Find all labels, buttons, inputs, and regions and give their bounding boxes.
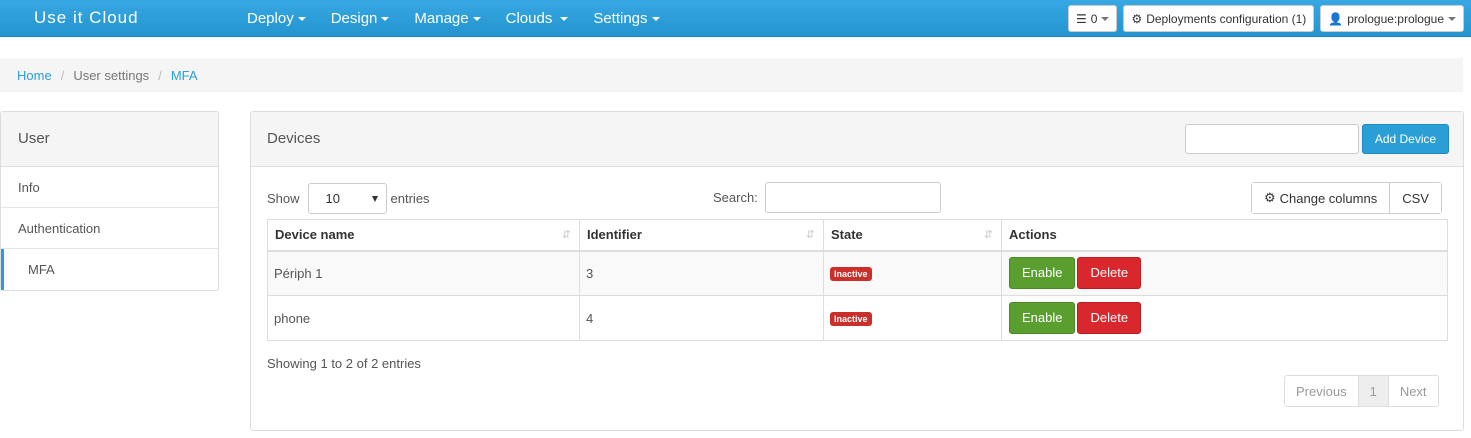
menu-deploy-label: Deploy — [247, 10, 294, 27]
chevron-down-icon — [381, 16, 390, 21]
devices-table: Device name ⇵ Identifier ⇵ State ⇵ Actions … — [267, 219, 1448, 341]
menu-manage-label: Manage — [414, 10, 469, 27]
column-header-identifier[interactable]: Identifier ⇵ — [579, 219, 824, 252]
cell-identifier: 4 — [579, 295, 824, 341]
menu-manage[interactable]: Manage — [414, 0, 481, 37]
chevron-down-icon — [1101, 16, 1110, 21]
list-icon: ☰ — [1076, 11, 1087, 26]
entries-select[interactable]: 10 — [307, 183, 387, 214]
page-1-button[interactable]: 1 — [1357, 376, 1388, 406]
sidebar-title: User — [1, 112, 218, 167]
breadcrumb-home[interactable]: Home — [17, 68, 52, 83]
main-menu: Deploy Design Manage Clouds Settings — [247, 0, 685, 37]
pagination: Previous 1 Next — [1284, 375, 1439, 407]
status-badge: Inactive — [830, 312, 872, 326]
column-label: State — [831, 227, 863, 243]
sort-icon: ⇵ — [561, 229, 571, 241]
chevron-down-icon — [1448, 16, 1456, 21]
chevron-down-icon — [297, 16, 306, 21]
breadcrumb: Home / User settings / MFA — [0, 58, 1463, 92]
top-navbar: Use it Cloud Deploy Design Manage Clouds… — [0, 0, 1471, 37]
enable-button[interactable]: Enable — [1009, 257, 1076, 290]
table-header-row: Device name ⇵ Identifier ⇵ State ⇵ Actions — [267, 219, 1448, 252]
table-info: Showing 1 to 2 of 2 entries — [267, 356, 421, 371]
cell-actions: Enable Delete — [1001, 295, 1448, 341]
search-input[interactable] — [765, 182, 941, 213]
user-menu-button[interactable]: 👤 prologue:prologue — [1320, 5, 1464, 32]
panel-header: Devices Add Device — [251, 112, 1463, 167]
table-row: phone 4 Inactive Enable Delete — [267, 295, 1448, 341]
column-label: Actions — [1009, 227, 1057, 243]
table-row: Périph 1 3 Inactive Enable Delete — [267, 250, 1448, 296]
deployments-config-button[interactable]: ⚙ Deployments configuration (1) — [1123, 5, 1315, 32]
enable-button[interactable]: Enable — [1009, 302, 1076, 334]
sidebar-item-label: Info — [18, 180, 40, 195]
delete-button[interactable]: Delete — [1077, 302, 1142, 334]
sidebar-item-authentication[interactable]: Authentication — [1, 208, 218, 249]
brand-logo[interactable]: Use it Cloud — [34, 8, 139, 28]
menu-design[interactable]: Design — [331, 0, 390, 37]
sidebar-item-label: Authentication — [18, 221, 101, 236]
add-device-button[interactable]: Add Device — [1362, 124, 1449, 154]
sidebar-item-info[interactable]: Info — [1, 167, 218, 208]
entries-select-value: 10 — [325, 191, 340, 206]
sort-icon: ⇵ — [983, 229, 993, 241]
user-sidebar: User Info Authentication MFA — [0, 111, 219, 291]
change-columns-button[interactable]: ⚙ Change columns — [1252, 183, 1390, 213]
cell-state: Inactive — [823, 250, 1002, 296]
menu-clouds-label: Clouds — [505, 10, 553, 27]
cell-device-name: Périph 1 — [267, 250, 580, 296]
chevron-down-icon — [651, 16, 660, 21]
panel-title: Devices — [267, 130, 321, 147]
queue-count: 0 — [1090, 11, 1098, 26]
user-icon: 👤 — [1328, 11, 1344, 26]
add-device-input[interactable] — [1185, 124, 1359, 154]
queue-button[interactable]: ☰ 0 — [1068, 5, 1118, 32]
menu-design-label: Design — [330, 10, 378, 27]
page-length-control: Show 10 entries — [267, 183, 430, 214]
gear-icon: ⚙ — [1264, 190, 1276, 205]
column-label: Identifier — [587, 227, 642, 243]
table-tools: ⚙ Change columns CSV — [1251, 182, 1442, 214]
cell-state: Inactive — [823, 295, 1002, 341]
menu-deploy[interactable]: Deploy — [247, 0, 306, 37]
breadcrumb-user-settings: User settings — [73, 67, 150, 83]
chevron-down-icon — [472, 16, 481, 21]
cell-identifier: 3 — [579, 250, 824, 296]
column-header-state[interactable]: State ⇵ — [823, 219, 1002, 252]
sidebar-item-mfa[interactable]: MFA — [1, 249, 218, 290]
next-page-button[interactable]: Next — [1387, 376, 1438, 406]
show-label: Show — [267, 191, 300, 206]
breadcrumb-separator: / — [60, 67, 65, 83]
column-label: Device name — [275, 227, 355, 243]
entries-label: entries — [390, 191, 430, 206]
previous-page-button[interactable]: Previous — [1285, 376, 1358, 406]
delete-button[interactable]: Delete — [1077, 257, 1142, 290]
status-badge: Inactive — [830, 267, 872, 282]
column-header-device-name[interactable]: Device name ⇵ — [267, 219, 580, 252]
change-columns-label: Change columns — [1279, 190, 1378, 206]
navbar-right-group: ☰ 0 ⚙ Deployments configuration (1) 👤 pr… — [1068, 5, 1464, 32]
breadcrumb-separator: / — [158, 67, 162, 83]
cell-device-name: phone — [267, 295, 580, 341]
gear-icon: ⚙ — [1131, 11, 1143, 26]
cell-actions: Enable Delete — [1001, 250, 1448, 296]
menu-clouds[interactable]: Clouds — [506, 0, 569, 37]
menu-settings-label: Settings — [593, 10, 648, 27]
chevron-down-icon — [371, 196, 378, 202]
menu-settings[interactable]: Settings — [593, 0, 660, 37]
breadcrumb-current: MFA — [170, 67, 198, 83]
sidebar-item-label: MFA — [28, 262, 55, 277]
chevron-down-icon — [560, 16, 569, 21]
search-label: Search: — [713, 190, 758, 205]
sort-icon: ⇵ — [805, 229, 815, 241]
user-name: prologue:prologue — [1347, 11, 1444, 26]
deployments-config-label: Deployments configuration (1) — [1146, 11, 1307, 26]
column-header-actions: Actions — [1001, 219, 1448, 252]
devices-panel: Devices Add Device Show 10 entries Searc… — [250, 111, 1464, 431]
csv-button[interactable]: CSV — [1389, 183, 1441, 213]
